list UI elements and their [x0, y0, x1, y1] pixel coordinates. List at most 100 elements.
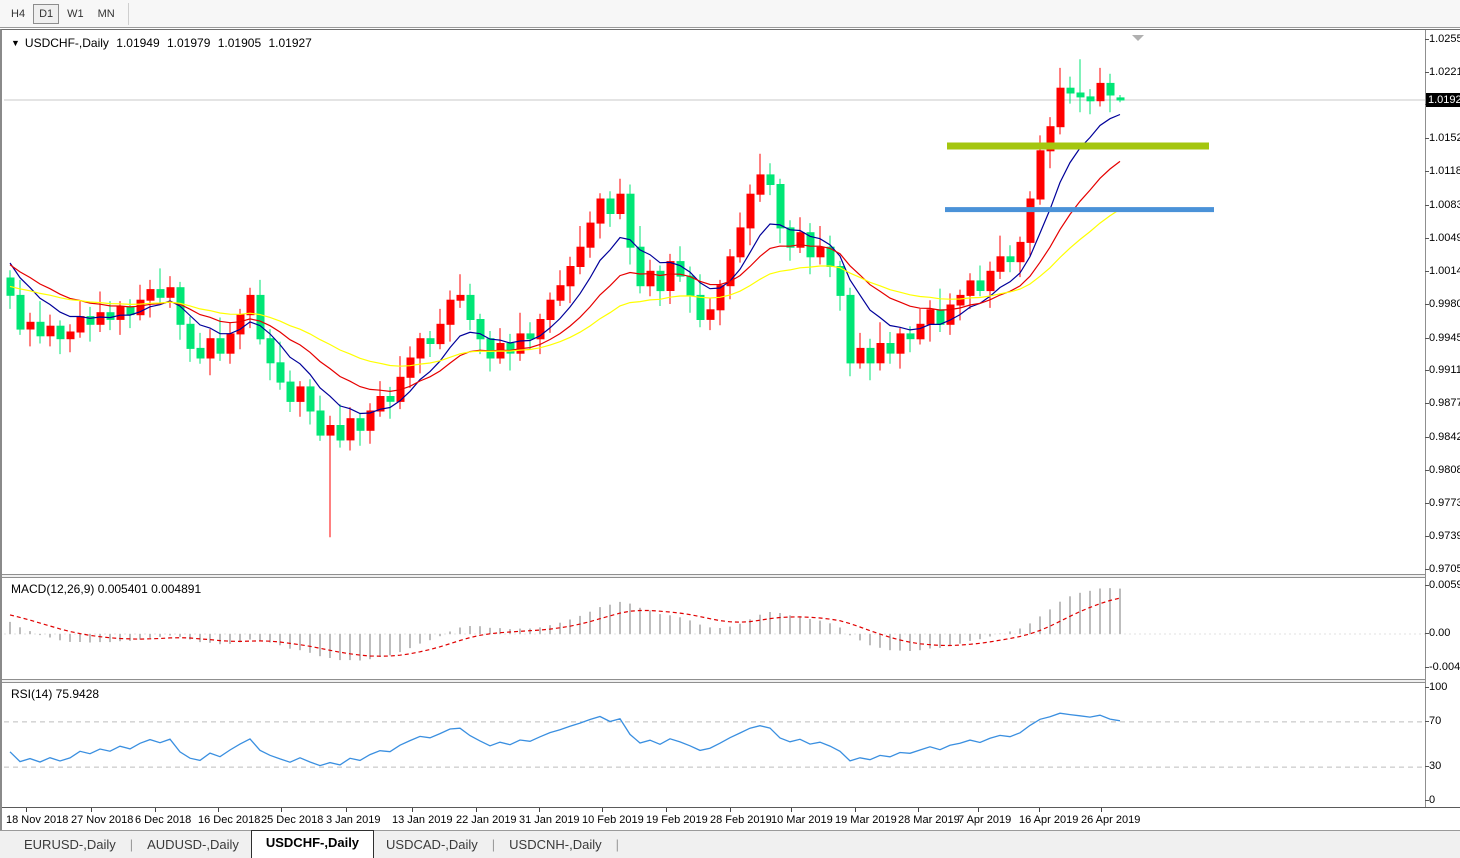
- candle-body: [427, 339, 434, 344]
- date-axis-label: 3 Jan 2019: [326, 814, 380, 826]
- chart-tab-usdcad[interactable]: USDCAD-,Daily: [374, 833, 490, 858]
- candle-body: [547, 300, 554, 319]
- price-axis-label: 1.00140: [1429, 265, 1460, 277]
- candle-body: [1117, 98, 1124, 100]
- axis-tick: [1425, 171, 1429, 172]
- axis-tick: [1425, 766, 1429, 767]
- date-axis-tick: [281, 808, 282, 812]
- candle-body: [657, 271, 664, 290]
- chart-tab-eurusd[interactable]: EURUSD-,Daily: [12, 833, 128, 858]
- price-axis-label: 1.00830: [1429, 199, 1460, 211]
- candle-body: [447, 300, 454, 324]
- price-axis[interactable]: 1.025501.022101.018801.015201.011801.008…: [1426, 30, 1460, 807]
- date-axis-tick: [539, 808, 540, 812]
- axis-tick: [1425, 800, 1429, 801]
- timeframe-button-d1[interactable]: D1: [33, 4, 59, 24]
- candle-body: [887, 344, 894, 354]
- date-axis-tick: [218, 808, 219, 812]
- date-axis-tick: [978, 808, 979, 812]
- chart-window: ▼USDCHF-,Daily 1.01949 1.01979 1.01905 1…: [0, 29, 1460, 830]
- rsi-canvas[interactable]: [4, 683, 1425, 807]
- rsi-line: [10, 713, 1120, 765]
- candle-body: [367, 411, 374, 430]
- candle-body: [747, 194, 754, 228]
- axis-tick: [1425, 370, 1429, 371]
- resistance-line-green[interactable]: [947, 143, 1209, 150]
- date-axis-label: 25 Dec 2018: [261, 814, 323, 826]
- rsi-axis-label: 0: [1429, 794, 1435, 806]
- candle-body: [557, 286, 564, 301]
- price-chart-canvas[interactable]: [4, 32, 1425, 574]
- candle-body: [287, 382, 294, 401]
- axis-tick: [1425, 721, 1429, 722]
- rsi-panel[interactable]: RSI(14) 75.9428: [4, 683, 1425, 807]
- date-axis-tick: [855, 808, 856, 812]
- candle-body: [277, 363, 284, 382]
- price-axis-label: 0.97390: [1429, 530, 1460, 542]
- candle-body: [307, 387, 314, 411]
- axis-tick: [1425, 470, 1429, 471]
- price-axis-label: 0.97050: [1429, 563, 1460, 575]
- macd-label: MACD(12,26,9) 0.005401 0.004891: [11, 582, 201, 596]
- axis-tick: [1425, 503, 1429, 504]
- price-chart-panel[interactable]: ▼USDCHF-,Daily 1.01949 1.01979 1.01905 1…: [4, 32, 1425, 574]
- axis-tick: [1425, 138, 1429, 139]
- timeframe-button-mn[interactable]: MN: [92, 4, 121, 24]
- chart-tab-usdchf[interactable]: USDCHF-,Daily: [251, 830, 374, 858]
- date-axis-tick: [155, 808, 156, 812]
- date-axis-label: 10 Mar 2019: [771, 814, 833, 826]
- date-axis[interactable]: 18 Nov 201827 Nov 20186 Dec 201816 Dec 2…: [2, 807, 1460, 831]
- macd-canvas[interactable]: [4, 578, 1425, 679]
- price-axis-label: 0.98770: [1429, 397, 1460, 409]
- tab-separator: |: [614, 833, 621, 858]
- date-axis-label: 28 Mar 2019: [898, 814, 960, 826]
- candle-body: [487, 339, 494, 358]
- date-axis-tick: [730, 808, 731, 812]
- candle-body: [837, 267, 844, 296]
- candle-body: [387, 397, 394, 402]
- current-price-badge: 1.01927: [1426, 93, 1460, 107]
- price-axis-label: 0.98420: [1429, 431, 1460, 443]
- candle-body: [897, 334, 904, 353]
- collapse-triangle-icon[interactable]: ▼: [11, 38, 20, 48]
- price-axis-label: 0.97730: [1429, 497, 1460, 509]
- candle-body: [127, 307, 134, 315]
- candle-body: [567, 267, 574, 286]
- rsi-label: RSI(14) 75.9428: [11, 687, 99, 701]
- date-axis-tick: [602, 808, 603, 812]
- date-axis-tick: [791, 808, 792, 812]
- candle-body: [707, 310, 714, 320]
- price-axis-label: 1.02550: [1429, 33, 1460, 45]
- macd-axis-label: 0.00: [1429, 627, 1450, 639]
- chart-tab-audusd[interactable]: AUDUSD-,Daily: [135, 833, 251, 858]
- candle-body: [1037, 151, 1044, 199]
- candle-body: [857, 348, 864, 363]
- ohlc-low: 1.01905: [218, 36, 261, 50]
- axis-tick: [1425, 667, 1429, 668]
- axis-tick: [1425, 536, 1429, 537]
- candle-body: [977, 281, 984, 291]
- timeframe-button-w1[interactable]: W1: [61, 4, 90, 24]
- candle-body: [757, 175, 764, 194]
- candle-body: [217, 339, 224, 354]
- axis-tick: [1425, 205, 1429, 206]
- candle-body: [697, 295, 704, 319]
- candle-body: [637, 247, 644, 286]
- axis-tick: [1425, 633, 1429, 634]
- chart-tab-usdcnh[interactable]: USDCNH-,Daily: [497, 833, 613, 858]
- candle-body: [437, 324, 444, 343]
- axis-tick: [1425, 304, 1429, 305]
- candle-body: [907, 334, 914, 339]
- price-axis-label: 1.00490: [1429, 232, 1460, 244]
- date-axis-label: 16 Apr 2019: [1019, 814, 1078, 826]
- date-axis-label: 7 Apr 2019: [958, 814, 1011, 826]
- candle-body: [847, 295, 854, 363]
- timeframe-button-h4[interactable]: H4: [5, 4, 31, 24]
- date-axis-tick: [918, 808, 919, 812]
- candle-body: [1087, 97, 1094, 101]
- macd-panel[interactable]: MACD(12,26,9) 0.005401 0.004891: [4, 578, 1425, 679]
- support-line-blue[interactable]: [945, 207, 1214, 212]
- candle-body: [207, 339, 214, 358]
- date-axis-tick: [1101, 808, 1102, 812]
- date-axis-tick: [91, 808, 92, 812]
